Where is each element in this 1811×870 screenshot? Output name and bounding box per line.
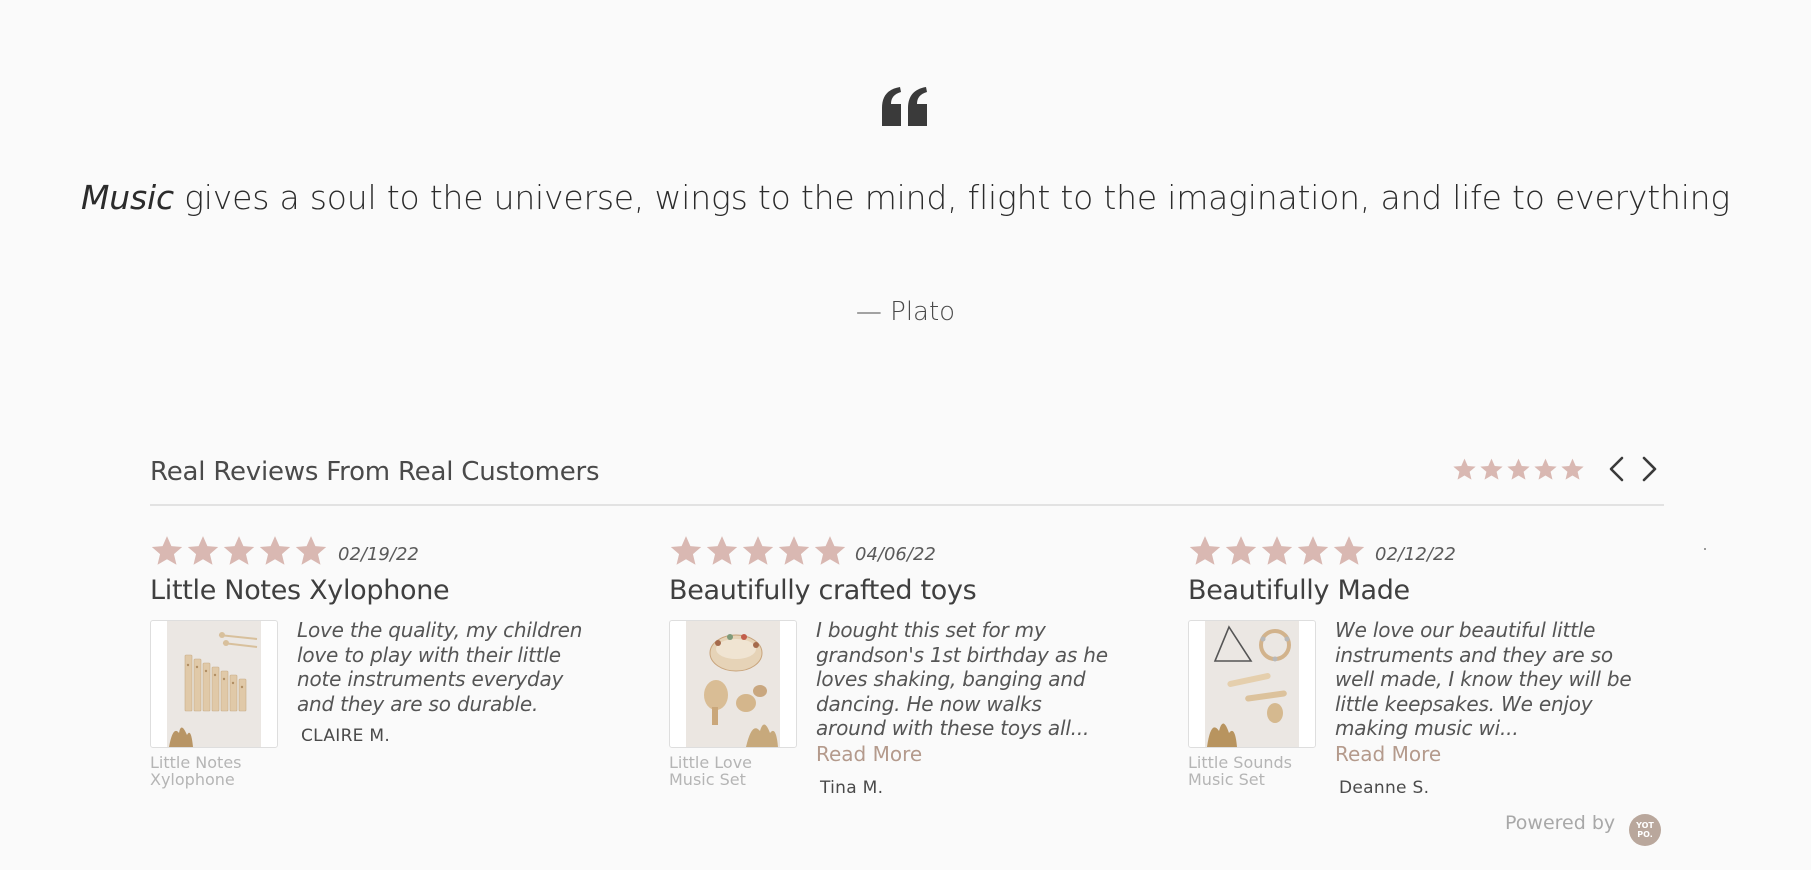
- next-arrow-icon[interactable]: [1636, 454, 1662, 484]
- review-body: Love the quality, my children love to pl…: [297, 618, 583, 716]
- star-icon: [1333, 536, 1365, 565]
- star-icon: [1261, 536, 1293, 565]
- reviews-header: Real Reviews From Real Customers: [150, 444, 1664, 506]
- star-icon: [1453, 458, 1476, 480]
- star-icon: [778, 536, 810, 565]
- next-review-edge: [1704, 548, 1706, 550]
- review-stars: [1188, 534, 1366, 568]
- star-icon: [1561, 458, 1584, 480]
- overall-rating-stars: [1452, 457, 1585, 482]
- review-title: Beautifully crafted toys: [669, 575, 977, 606]
- star-icon: [1534, 458, 1557, 480]
- read-more-link[interactable]: Read More: [816, 742, 922, 766]
- review-stars: [669, 534, 847, 568]
- product-name[interactable]: Little Notes Xylophone: [150, 754, 270, 788]
- read-more-link[interactable]: Read More: [1335, 742, 1441, 766]
- review-card: 04/06/22 Beautifully crafted toys Little…: [669, 534, 1129, 804]
- review-title: Little Notes Xylophone: [150, 575, 450, 606]
- quote-author: — Plato: [855, 297, 956, 327]
- star-icon: [1507, 458, 1530, 480]
- star-icon: [1189, 536, 1221, 565]
- review-stars: [150, 534, 328, 568]
- reviewer-name: CLAIRE M.: [301, 726, 391, 746]
- previous-arrow-icon[interactable]: [1604, 454, 1630, 484]
- page: Music gives a soul to the universe, wing…: [0, 0, 1811, 870]
- product-thumbnail[interactable]: [150, 620, 278, 748]
- star-icon: [814, 536, 846, 565]
- quote-text: Music gives a soul to the universe, wing…: [0, 174, 1811, 222]
- review-body: We love our beautiful little instruments…: [1335, 618, 1632, 740]
- review-date: 02/19/22: [338, 544, 419, 565]
- music-set-photo: [1205, 621, 1299, 747]
- xylophone-photo: [167, 621, 261, 747]
- powered-by-label: Powered by: [1505, 812, 1616, 834]
- reviewer-name: Tina M.: [820, 778, 884, 798]
- star-icon: [223, 536, 255, 565]
- music-set-photo: [686, 621, 780, 747]
- product-thumbnail[interactable]: [669, 620, 797, 748]
- review-date: 02/12/22: [1375, 544, 1456, 565]
- star-icon: [151, 536, 183, 565]
- reviewer-name: Deanne S.: [1339, 778, 1430, 798]
- star-icon: [742, 536, 774, 565]
- review-date: 04/06/22: [855, 544, 936, 565]
- quote-emphasis: Music: [81, 178, 174, 217]
- quote-body: gives a soul to the universe, wings to t…: [173, 178, 1730, 217]
- star-icon: [295, 536, 327, 565]
- star-icon: [670, 536, 702, 565]
- star-icon: [259, 536, 291, 565]
- star-icon: [1225, 536, 1257, 565]
- star-icon: [187, 536, 219, 565]
- product-name[interactable]: Little Sounds Music Set: [1188, 754, 1308, 788]
- product-name[interactable]: Little Love Music Set: [669, 754, 789, 788]
- reviews-title: Real Reviews From Real Customers: [150, 457, 600, 487]
- star-icon: [706, 536, 738, 565]
- review-title: Beautifully Made: [1188, 575, 1410, 606]
- review-body: I bought this set for my grandson's 1st …: [816, 618, 1108, 740]
- review-card: 02/12/22 Beautifully Made Little Sounds …: [1188, 534, 1648, 804]
- review-card: 02/19/22 Little Notes Xylophone Little N…: [150, 534, 610, 804]
- yotpo-logo-icon[interactable]: YOT PO.: [1629, 814, 1661, 846]
- product-thumbnail[interactable]: [1188, 620, 1316, 748]
- star-icon: [1297, 536, 1329, 565]
- star-icon: [1480, 458, 1503, 480]
- quote-mark-icon: [882, 87, 927, 126]
